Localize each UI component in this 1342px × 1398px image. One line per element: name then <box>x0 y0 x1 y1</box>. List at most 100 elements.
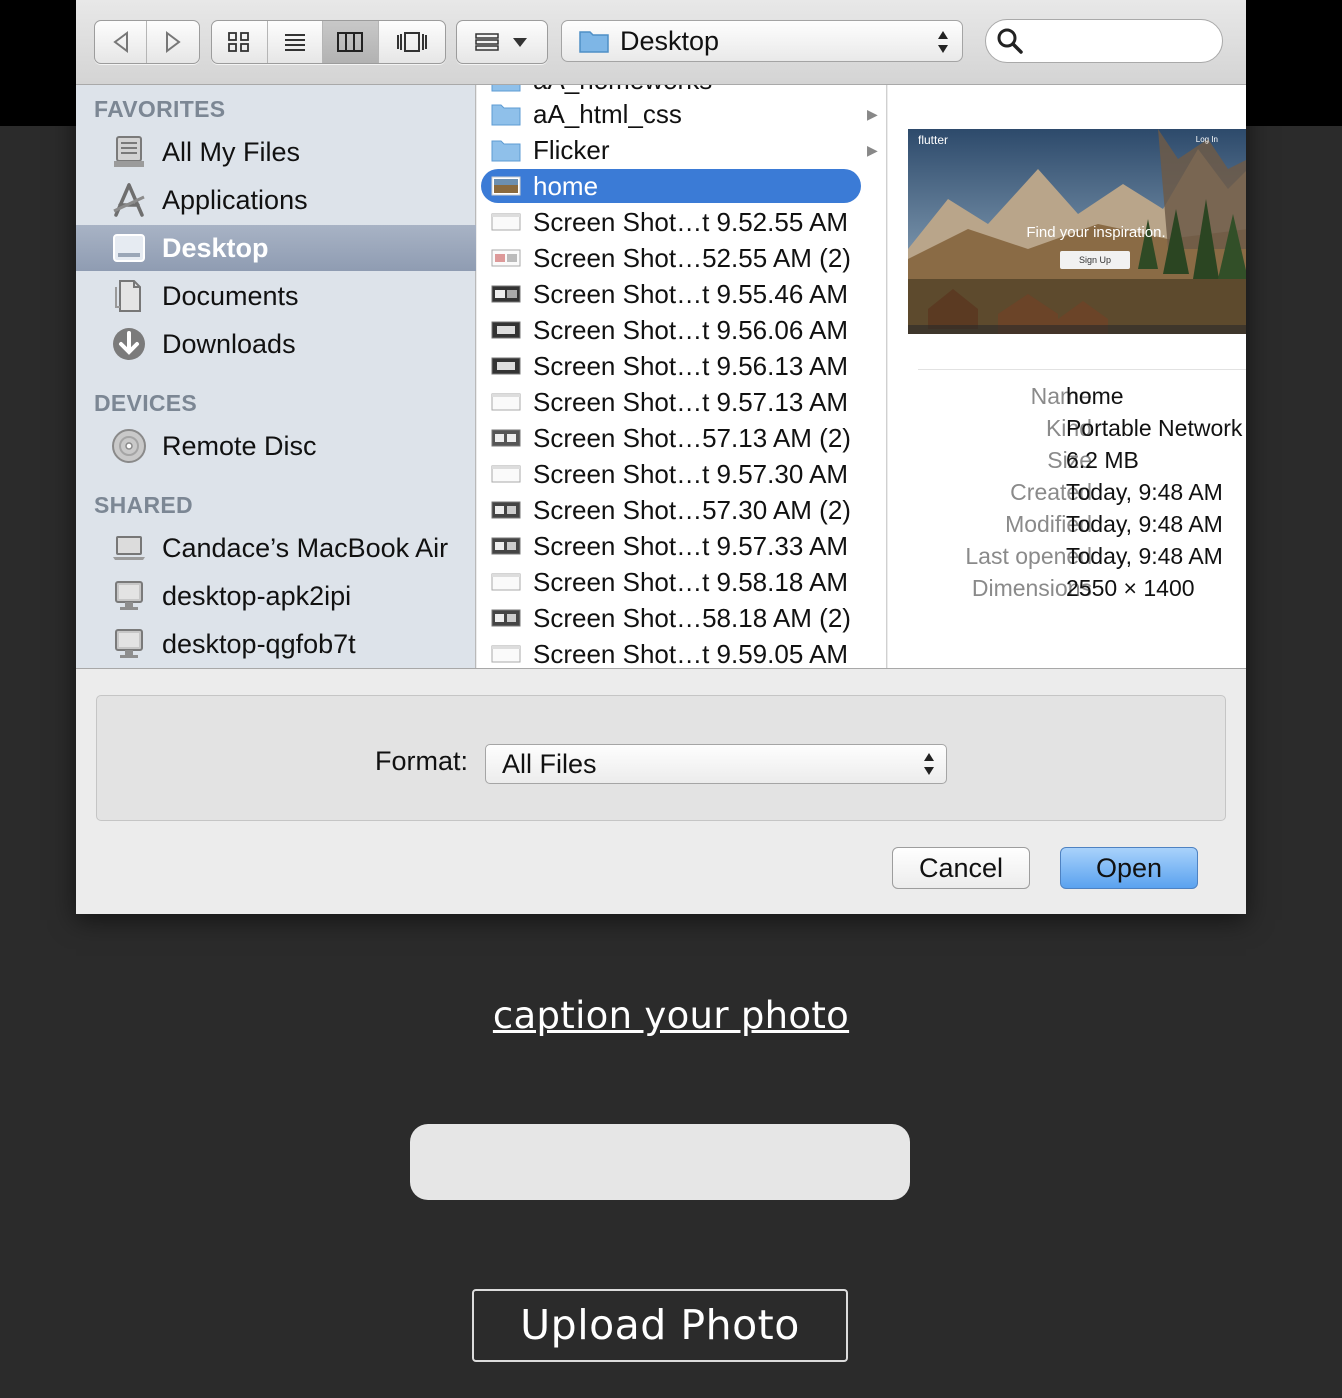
sidebar-item-remote-disc[interactable]: Remote Disc <box>76 423 476 469</box>
back-forward-group <box>94 20 200 64</box>
arrange-grid-icon <box>475 33 499 51</box>
cover-flow-button[interactable] <box>379 21 445 63</box>
info-row-name: Name home <box>1030 383 1124 409</box>
downloads-icon <box>113 328 145 360</box>
search-field[interactable] <box>985 19 1223 63</box>
file-row[interactable]: Screen Shot…t 9.57.30 AM <box>481 457 861 491</box>
screenshot-file-icon <box>491 645 521 663</box>
column-view-icon <box>337 32 364 52</box>
chevron-down-icon <box>513 38 527 47</box>
updown-arrows-icon <box>924 753 934 775</box>
dialog-toolbar: Desktop <box>76 0 1246 85</box>
screenshot-file-icon <box>491 285 521 303</box>
file-row[interactable]: Screen Shot…t 9.56.13 AM <box>481 349 861 383</box>
folder-icon <box>491 104 521 126</box>
screenshot-file-icon <box>491 393 521 411</box>
screenshot-file-icon <box>491 321 521 339</box>
cancel-button[interactable]: Cancel <box>892 847 1030 889</box>
file-row[interactable]: Screen Shot…t 9.55.46 AM <box>481 277 861 311</box>
screenshot-file-icon <box>491 465 521 483</box>
applications-icon <box>113 183 145 217</box>
view-mode-group <box>211 20 446 64</box>
screenshot-file-icon <box>491 501 521 519</box>
column-view-button[interactable] <box>323 21 379 63</box>
sidebar-item-desktop[interactable]: Desktop <box>76 225 476 271</box>
search-icon <box>997 28 1023 54</box>
folder-icon <box>579 31 609 53</box>
sidebar-item-macbook-air[interactable]: Candace’s MacBook Air <box>76 525 476 571</box>
file-row[interactable]: Flicker ▶ <box>481 133 878 167</box>
caption-input[interactable] <box>410 1124 910 1200</box>
all-files-icon <box>114 136 144 167</box>
desktop-folder-icon <box>113 234 145 262</box>
file-row[interactable]: Screen Shot…t 9.52.55 AM <box>481 205 861 239</box>
format-select[interactable]: All Files <box>485 744 947 784</box>
info-row-size: Size 6.2 MB <box>1047 447 1139 473</box>
file-column: aA_homeworks aA_html_css ▶ Flicker ▶ hom… <box>477 85 887 668</box>
file-row[interactable]: Screen Shot…t 9.57.33 AM <box>481 529 861 563</box>
upload-photo-button[interactable]: Upload Photo <box>472 1289 848 1362</box>
preview-login: Log In <box>1195 135 1218 144</box>
laptop-icon <box>113 536 145 560</box>
folder-icon <box>491 140 521 162</box>
file-row[interactable]: Screen Shot…t 9.58.18 AM <box>481 565 861 599</box>
file-row[interactable]: aA_homeworks <box>481 85 861 97</box>
sidebar-item-label: desktop-qgfob7t <box>162 628 356 659</box>
file-row[interactable]: Screen Shot…t 9.57.13 AM <box>481 385 861 419</box>
forward-button[interactable] <box>147 21 199 63</box>
screenshot-file-icon <box>491 357 521 375</box>
folder-icon <box>491 85 521 92</box>
file-row[interactable]: Screen Shot…t 9.59.05 AM <box>481 637 861 668</box>
preview-tagline: Find your inspiration. <box>1026 224 1166 241</box>
file-row[interactable]: Screen Shot…57.13 AM (2) <box>481 421 861 455</box>
screenshot-file-icon <box>491 537 521 555</box>
format-panel: Format: All Files <box>96 695 1226 821</box>
info-row-created: Created Today, 9:48 AM <box>1010 479 1223 505</box>
sidebar-item-label: Candace’s MacBook Air <box>162 532 449 563</box>
info-row-dimensions: Dimensions 2550 × 1400 <box>971 575 1195 601</box>
arrange-group <box>456 20 548 64</box>
info-row-modified: Modified Today, 9:48 AM <box>1005 511 1223 537</box>
sidebar: FAVORITES All My Files Applications Desk… <box>76 85 476 668</box>
screenshot-file-icon <box>491 213 521 231</box>
sidebar-item-label: All My Files <box>162 136 301 167</box>
file-row[interactable]: Screen Shot…52.55 AM (2) <box>481 241 861 275</box>
pc-icon <box>115 629 143 658</box>
caption-label[interactable]: caption your photo <box>0 994 1342 1037</box>
file-row-selected[interactable]: home <box>481 169 861 203</box>
screenshot-file-icon <box>491 249 521 267</box>
preview-brand: flutter <box>918 133 949 147</box>
file-row[interactable]: aA_html_css ▶ <box>481 97 878 131</box>
sidebar-item-label: Applications <box>162 184 308 215</box>
screenshot-file-icon <box>491 609 521 627</box>
forward-arrow-icon <box>166 31 181 53</box>
pc-icon <box>115 581 143 610</box>
file-row[interactable]: Screen Shot…58.18 AM (2) <box>481 601 861 635</box>
screenshot-file-icon <box>491 573 521 591</box>
open-button[interactable]: Open <box>1060 847 1198 889</box>
arrange-button[interactable] <box>457 21 547 63</box>
format-label: Format: <box>375 746 469 776</box>
list-view-icon <box>284 34 305 51</box>
sidebar-item-desktop-apk2ipi[interactable]: desktop-apk2ipi <box>76 573 476 619</box>
back-button[interactable] <box>95 21 147 63</box>
sidebar-item-all-my-files[interactable]: All My Files <box>76 129 476 175</box>
info-row-kind: Kind Portable Network Graphics image <box>1045 415 1246 441</box>
sidebar-item-documents[interactable]: Documents <box>76 273 476 319</box>
image-file-icon <box>491 176 521 196</box>
info-row-last-opened: Last opened Today, 9:48 AM <box>965 543 1223 569</box>
sidebar-item-desktop-qgfob7t[interactable]: desktop-qgfob7t <box>76 621 476 667</box>
disclosure-arrow-icon: ▶ <box>867 105 878 122</box>
list-view-button[interactable] <box>268 21 324 63</box>
sidebar-item-applications[interactable]: Applications <box>76 177 476 223</box>
dialog-footer: Format: All Files Cancel Open <box>76 668 1246 914</box>
search-input[interactable] <box>1032 28 1212 54</box>
location-label: Desktop <box>620 25 720 56</box>
icon-view-button[interactable] <box>212 21 268 63</box>
sidebar-item-downloads[interactable]: Downloads <box>76 321 476 367</box>
location-popup[interactable]: Desktop <box>561 20 963 62</box>
file-row[interactable]: Screen Shot…t 9.56.06 AM <box>481 313 861 347</box>
preview-pane: flutter Log In Find your inspiration. Si… <box>888 85 1246 668</box>
updown-arrows-icon <box>938 31 948 53</box>
file-row[interactable]: Screen Shot…57.30 AM (2) <box>481 493 861 527</box>
